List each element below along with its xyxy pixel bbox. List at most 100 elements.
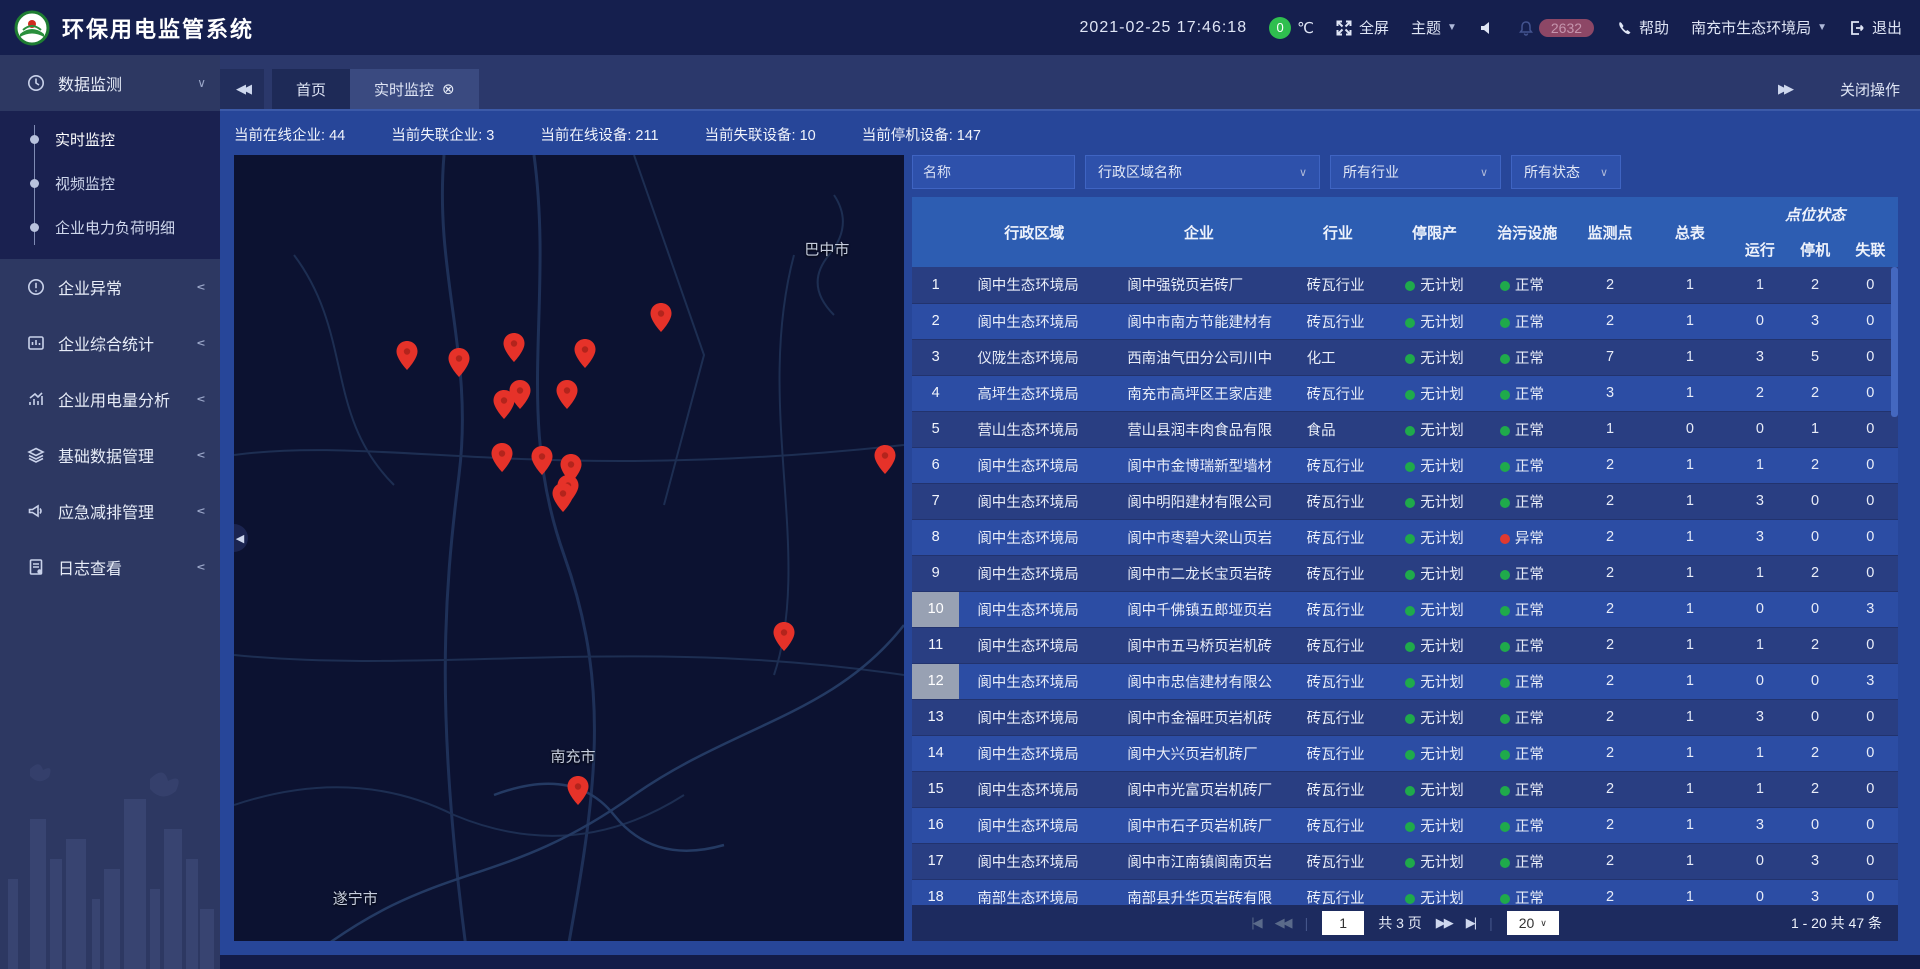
table-row[interactable]: 9阆中生态环境局阆中市二龙长宝页岩砖砖瓦行业无计划正常21120 — [912, 555, 1898, 591]
status-dot-icon — [1500, 318, 1510, 328]
pager-separator: | — [1305, 915, 1309, 931]
cell-points: 2 — [1573, 663, 1648, 699]
phone-icon — [1616, 19, 1633, 36]
cell-industry: 砖瓦行业 — [1289, 483, 1388, 519]
cell-seq: 7 — [912, 483, 959, 519]
table-row[interactable]: 4高坪生态环境局南充市高坪区王家店建砖瓦行业无计划正常31220 — [912, 375, 1898, 411]
table-row[interactable]: 18南部生态环境局南部县升华页岩砖有限砖瓦行业无计划正常21030 — [912, 879, 1898, 905]
map-pin-icon[interactable] — [773, 622, 795, 652]
table-row[interactable]: 3仪陇生态环境局西南油气田分公司川中化工无计划正常71350 — [912, 339, 1898, 375]
table-row[interactable]: 17阆中生态环境局阆中市江南镇阆南页岩砖瓦行业无计划正常21030 — [912, 843, 1898, 879]
fullscreen-button[interactable]: 全屏 — [1336, 17, 1389, 38]
table-row[interactable]: 2阆中生态环境局阆中市南方节能建材有砖瓦行业无计划正常21030 — [912, 303, 1898, 339]
cell-stop-plan: 无计划 — [1387, 447, 1482, 483]
cell-company: 西南油气田分公司川中 — [1109, 339, 1288, 375]
map-pin-icon[interactable] — [574, 339, 596, 369]
company-table: 行政区域 企业 行业 停限产 治污设施 监测点 总表 点位状态 — [912, 197, 1898, 905]
map-pin-icon[interactable] — [503, 333, 525, 363]
tab-close-icon[interactable]: ⊗ — [442, 82, 455, 97]
table-row[interactable]: 5营山生态环境局营山县润丰肉食品有限食品无计划正常10010 — [912, 411, 1898, 447]
region-select[interactable]: 行政区域名称 ∨ — [1085, 155, 1320, 189]
cell-lost: 0 — [1843, 735, 1898, 771]
sidebar-subitem-power-load-detail[interactable]: 企业电力负荷明细 — [0, 205, 220, 249]
table-row[interactable]: 11阆中生态环境局阆中市五马桥页岩机砖砖瓦行业无计划正常21120 — [912, 627, 1898, 663]
map-pin-icon[interactable] — [396, 341, 418, 371]
table-body[interactable]: 1阆中生态环境局阆中强锐页岩砖厂砖瓦行业无计划正常211202阆中生态环境局阆中… — [912, 267, 1898, 905]
cell-points: 2 — [1573, 447, 1648, 483]
sidebar-item-power-analysis[interactable]: 企业用电量分析∨ — [0, 371, 220, 427]
map-pin-icon[interactable] — [650, 303, 672, 333]
sidebar-item-data-monitor[interactable]: 数据监测∨ — [0, 55, 220, 111]
industry-select[interactable]: 所有行业 ∨ — [1330, 155, 1501, 189]
page-number-input[interactable]: 1 — [1322, 911, 1364, 935]
fullscreen-icon — [1336, 19, 1353, 36]
cell-meters: 1 — [1648, 555, 1733, 591]
map-pin-icon[interactable] — [491, 443, 513, 473]
sidebar-subitem-realtime-monitor[interactable]: 实时监控 — [0, 117, 220, 161]
table-row[interactable]: 1阆中生态环境局阆中强锐页岩砖厂砖瓦行业无计划正常21120 — [912, 267, 1898, 303]
tab-realtime-monitor[interactable]: 实时监控 ⊗ — [350, 69, 479, 109]
sidebar-subitem-video-monitor[interactable]: 视频监控 — [0, 161, 220, 205]
cell-facility-status: 正常 — [1482, 375, 1573, 411]
table-row[interactable]: 12阆中生态环境局阆中市忠信建材有限公砖瓦行业无计划正常21003 — [912, 663, 1898, 699]
logout-button[interactable]: 退出 — [1849, 17, 1902, 38]
map-pin-icon[interactable] — [556, 380, 578, 410]
cell-company: 阆中市光富页岩机砖厂 — [1109, 771, 1288, 807]
status-dot-icon — [1405, 678, 1415, 688]
status-dot-icon — [1500, 606, 1510, 616]
cell-lost: 0 — [1843, 339, 1898, 375]
name-search-input[interactable] — [912, 155, 1075, 189]
cell-seq: 13 — [912, 699, 959, 735]
cell-facility-status: 正常 — [1482, 411, 1573, 447]
map-pin-icon[interactable] — [567, 776, 589, 806]
map-pin-icon[interactable] — [552, 483, 574, 513]
map-pin-icon[interactable] — [531, 446, 553, 476]
status-select[interactable]: 所有状态 ∨ — [1511, 155, 1621, 189]
table-row[interactable]: 6阆中生态环境局阆中市金博瑞新型墙材砖瓦行业无计划正常21120 — [912, 447, 1898, 483]
prev-page-button[interactable]: ◀◀ — [1275, 915, 1291, 931]
status-dot-icon — [1405, 858, 1415, 868]
map-pin-icon[interactable] — [509, 380, 531, 410]
stat-lost-devices: 当前失联设备: 10 — [705, 124, 816, 145]
chevron-down-icon: ∨ — [1299, 166, 1307, 179]
table-scrollbar[interactable] — [1891, 267, 1898, 417]
table-row[interactable]: 15阆中生态环境局阆中市光富页岩机砖厂砖瓦行业无计划正常21120 — [912, 771, 1898, 807]
close-operations-button[interactable]: 关闭操作 — [1840, 79, 1900, 100]
cell-seq: 6 — [912, 447, 959, 483]
footer-strip — [220, 955, 1920, 969]
table-row[interactable]: 10阆中生态环境局阆中千佛镇五郎垭页岩砖瓦行业无计划正常21003 — [912, 591, 1898, 627]
map-pin-icon[interactable] — [874, 445, 896, 475]
cell-region: 阆中生态环境局 — [959, 555, 1109, 591]
company-stats-icon — [26, 333, 46, 353]
sidebar-item-company-stats[interactable]: 企业综合统计∨ — [0, 315, 220, 371]
next-page-button[interactable]: ▶▶ — [1436, 915, 1452, 931]
map-panel[interactable]: 巴中市南充市遂宁市 ◀ — [234, 155, 904, 941]
notification-area[interactable]: 2632 — [1518, 19, 1594, 37]
page-size-select[interactable]: 20 ∨ — [1507, 911, 1559, 935]
map-pin-icon[interactable] — [448, 348, 470, 378]
sidebar-item-company-abnormal[interactable]: 企业异常∨ — [0, 259, 220, 315]
sidebar-item-emergency-reduction[interactable]: 应急减排管理∨ — [0, 483, 220, 539]
top-header: 环保用电监管系统 2021-02-25 17:46:18 0 ℃ 全屏 主题 ▼ — [0, 0, 1920, 55]
tabs-scroll-right-button[interactable]: ▶▶ — [1762, 69, 1806, 109]
table-row[interactable]: 7阆中生态环境局阆中明阳建材有限公司砖瓦行业无计划正常21300 — [912, 483, 1898, 519]
tabs-scroll-left-button[interactable]: ◀◀ — [220, 69, 264, 109]
theme-dropdown[interactable]: 主题 ▼ — [1411, 17, 1457, 38]
first-page-button[interactable]: |◀ — [1251, 915, 1260, 931]
cell-seq: 8 — [912, 519, 959, 555]
mute-button[interactable] — [1479, 19, 1496, 36]
cell-points: 2 — [1573, 807, 1648, 843]
sidebar-item-log-view[interactable]: 日志查看∨ — [0, 539, 220, 595]
org-dropdown[interactable]: 南充市生态环境局 ▼ — [1691, 17, 1827, 38]
help-button[interactable]: 帮助 — [1616, 17, 1669, 38]
table-row[interactable]: 13阆中生态环境局阆中市金福旺页岩机砖砖瓦行业无计划正常21300 — [912, 699, 1898, 735]
table-row[interactable]: 14阆中生态环境局阆中大兴页岩机砖厂砖瓦行业无计划正常21120 — [912, 735, 1898, 771]
table-row[interactable]: 16阆中生态环境局阆中市石子页岩机砖厂砖瓦行业无计划正常21300 — [912, 807, 1898, 843]
tab-home[interactable]: 首页 — [272, 69, 350, 109]
sidebar-item-base-data[interactable]: 基础数据管理∨ — [0, 427, 220, 483]
cell-region: 营山生态环境局 — [959, 411, 1109, 447]
last-page-button[interactable]: ▶| — [1466, 915, 1475, 931]
status-dot-icon — [1405, 822, 1415, 832]
prev-page-icon: ◀◀ — [1275, 915, 1291, 930]
table-row[interactable]: 8阆中生态环境局阆中市枣碧大梁山页岩砖瓦行业无计划异常21300 — [912, 519, 1898, 555]
